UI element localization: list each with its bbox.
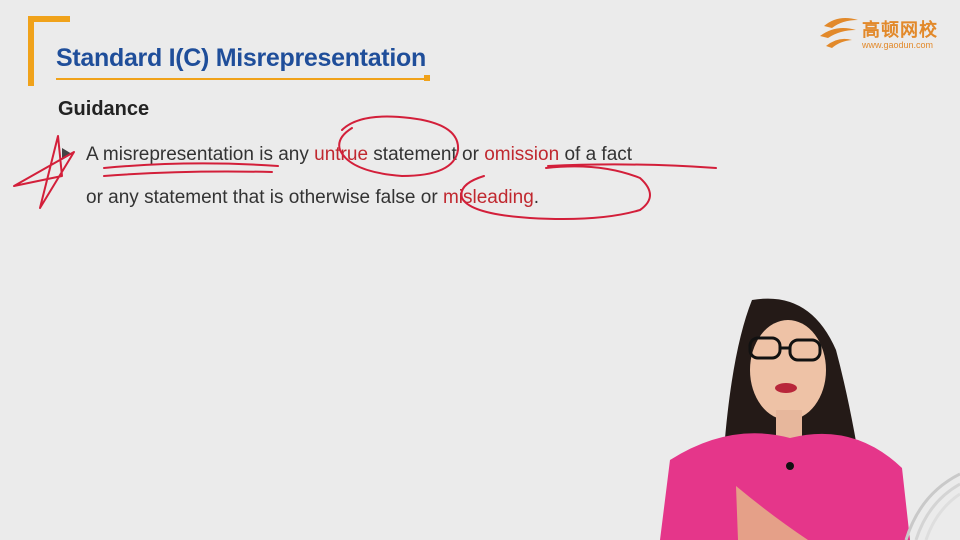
text-span: or any statement that is otherwise false… bbox=[86, 187, 443, 208]
title-underline-end bbox=[424, 75, 430, 81]
logo-text: 高顿网校 bbox=[862, 20, 938, 40]
body-line-2: or any statement that is otherwise false… bbox=[86, 187, 539, 209]
text-span: A bbox=[86, 144, 103, 165]
highlight-misleading: misleading bbox=[442, 187, 534, 208]
text-span: of a fact bbox=[559, 144, 633, 165]
slide: Standard I(C) Misrepresentation Guidance… bbox=[0, 0, 960, 540]
star-annotation bbox=[13, 135, 75, 209]
bullet-arrow-icon bbox=[62, 148, 72, 160]
underline-misrepresentation-2 bbox=[103, 170, 273, 177]
text-span: . bbox=[533, 187, 540, 208]
text-span: is any bbox=[253, 144, 315, 165]
decorative-swoosh bbox=[904, 472, 960, 540]
gaodun-logo: 高顿网校 www.gaodun.com bbox=[818, 12, 946, 54]
highlight-untrue: untrue bbox=[314, 144, 369, 165]
slide-title: Standard I(C) Misrepresentation bbox=[56, 44, 426, 72]
highlight-omission: omission bbox=[484, 144, 560, 165]
logo-url: www.gaodun.com bbox=[862, 40, 934, 50]
body-line-1: A misrepresentation is any untrue statem… bbox=[86, 144, 632, 166]
presenter-video bbox=[660, 298, 910, 540]
title-underline bbox=[56, 78, 428, 80]
text-misrepresentation: misrepresentation bbox=[102, 144, 254, 165]
logo-swoosh-icon bbox=[820, 18, 858, 48]
section-heading: Guidance bbox=[58, 98, 150, 120]
text-span: statement or bbox=[368, 144, 485, 165]
